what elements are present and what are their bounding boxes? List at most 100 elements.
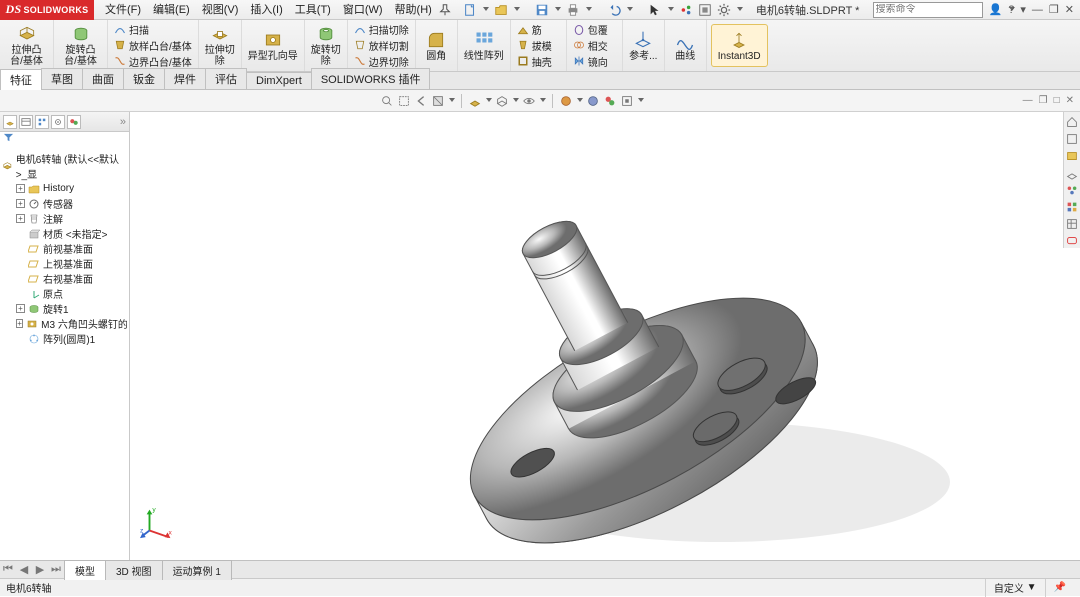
btab-motion[interactable]: 运动算例 1 xyxy=(162,560,232,580)
tree-tab-display[interactable] xyxy=(67,115,81,129)
boundary-cut-button[interactable]: 边界切除 xyxy=(354,54,409,69)
appearance-icon[interactable] xyxy=(603,94,617,108)
tree-item-front-plane[interactable]: 前视基准面 xyxy=(2,241,127,256)
expand-icon[interactable]: + xyxy=(16,184,25,193)
tree-filter[interactable] xyxy=(0,132,129,147)
help-icon[interactable]: ? xyxy=(1008,4,1014,16)
chevron-down-icon[interactable] xyxy=(638,98,644,104)
menu-help[interactable]: 帮助(H) xyxy=(389,0,438,20)
tab-features[interactable]: 特征 xyxy=(0,69,42,90)
tree-tab-dimxpert[interactable] xyxy=(51,115,65,129)
chevron-down-icon[interactable] xyxy=(513,98,519,104)
tree-tab-feature[interactable] xyxy=(3,115,17,129)
taskpane-file-explorer-icon[interactable] xyxy=(1065,166,1079,180)
tree-item-circular-pattern[interactable]: 阵列(圆周)1 xyxy=(2,331,127,346)
wrap-button[interactable]: 包覆 xyxy=(573,22,616,37)
tab-scroll-prev-icon[interactable]: ◀ xyxy=(16,562,32,578)
tab-weldment[interactable]: 焊件 xyxy=(164,68,206,89)
minimize-icon[interactable]: — xyxy=(1032,4,1043,16)
tree-root[interactable]: 电机6转轴 (默认<<默认>_显 xyxy=(2,151,127,181)
3d-viewport[interactable]: y x z xyxy=(130,112,1080,560)
tree-tab-config[interactable] xyxy=(35,115,49,129)
chevron-down-icon[interactable] xyxy=(486,98,492,104)
revolve-cut-button[interactable]: 旋转切 除 xyxy=(305,20,348,71)
menu-insert[interactable]: 插入(I) xyxy=(244,0,288,20)
tree-item-top-plane[interactable]: 上视基准面 xyxy=(2,256,127,271)
menu-view[interactable]: 视图(V) xyxy=(196,0,245,20)
tab-addins[interactable]: SOLIDWORKS 插件 xyxy=(311,68,431,89)
status-pin-icon[interactable]: 📌 xyxy=(1045,579,1074,597)
print-icon[interactable] xyxy=(566,3,580,17)
select-icon[interactable] xyxy=(648,3,662,17)
tab-dimxpert[interactable]: DimXpert xyxy=(246,72,312,89)
expand-icon[interactable]: + xyxy=(16,199,25,208)
taskpane-home-icon[interactable] xyxy=(1065,115,1079,129)
close-icon[interactable]: ✕ xyxy=(1065,3,1074,16)
chevron-down-icon[interactable] xyxy=(483,7,489,13)
chevron-down-icon[interactable] xyxy=(668,7,674,13)
edit-appearance-icon[interactable] xyxy=(559,94,573,108)
status-custom[interactable]: 自定义 ▼ xyxy=(985,579,1045,597)
section-view-icon[interactable] xyxy=(431,94,445,108)
revolve-boss-button[interactable]: 旋转凸 台/基体 xyxy=(54,20,108,71)
shell-button[interactable]: 抽壳 xyxy=(517,54,560,69)
menu-edit[interactable]: 编辑(E) xyxy=(147,0,196,20)
expand-icon[interactable]: + xyxy=(16,304,25,313)
intersect-button[interactable]: 相交 xyxy=(573,38,616,53)
user-icon[interactable]: 👤 xyxy=(989,3,1003,16)
instant3d-button[interactable]: Instant3D xyxy=(711,24,768,67)
settings-icon[interactable] xyxy=(717,3,731,17)
mdi-minimize-icon[interactable]: — xyxy=(1023,95,1033,106)
fillet-button[interactable]: 圆角 xyxy=(416,20,458,71)
tree-item-material[interactable]: 材质 <未指定> xyxy=(2,226,127,241)
save-icon[interactable] xyxy=(535,3,549,17)
zoom-area-icon[interactable] xyxy=(397,94,411,108)
taskpane-design-lib-icon[interactable] xyxy=(1065,149,1079,163)
expand-icon[interactable]: + xyxy=(16,214,25,223)
tree-item-revolve1[interactable]: +旋转1 xyxy=(2,301,127,316)
ref-geometry-button[interactable]: 参考... xyxy=(623,20,665,71)
tab-scroll-last-icon[interactable]: ⏭ xyxy=(48,562,64,578)
tab-surface[interactable]: 曲面 xyxy=(82,68,124,89)
chevron-down-icon[interactable] xyxy=(577,98,583,104)
hole-wizard-button[interactable]: 异型孔向导 xyxy=(242,20,305,71)
taskpane-forum-icon[interactable] xyxy=(1065,234,1079,248)
menu-window[interactable]: 窗口(W) xyxy=(337,0,389,20)
tree-item-origin[interactable]: 原点 xyxy=(2,286,127,301)
zoom-fit-icon[interactable] xyxy=(380,94,394,108)
rebuild-icon[interactable] xyxy=(679,3,693,17)
view-settings-icon[interactable] xyxy=(620,94,634,108)
tree-item-right-plane[interactable]: 右视基准面 xyxy=(2,271,127,286)
taskpane-custom-props-icon[interactable] xyxy=(1065,217,1079,231)
mdi-restore-icon[interactable]: ❐ xyxy=(1039,95,1048,106)
display-style-icon[interactable] xyxy=(495,94,509,108)
tree-panel-expand-icon[interactable]: » xyxy=(120,116,126,128)
new-doc-icon[interactable] xyxy=(463,3,477,17)
mdi-close-icon[interactable]: ✕ xyxy=(1066,95,1074,106)
tree-item-sensors[interactable]: +传感器 xyxy=(2,196,127,211)
tab-sketch[interactable]: 草图 xyxy=(41,68,83,89)
view-triad[interactable]: y x z xyxy=(140,502,178,540)
draft-button[interactable]: 拔模 xyxy=(517,38,560,53)
btab-model[interactable]: 模型 xyxy=(64,560,106,580)
chevron-down-icon[interactable] xyxy=(540,98,546,104)
mdi-maximize-icon[interactable]: □ xyxy=(1054,95,1060,106)
tree-item-hole[interactable]: +M3 六角凹头螺钉的柱形沉 xyxy=(2,316,127,331)
extrude-cut-button[interactable]: 拉伸切 除 xyxy=(199,20,242,71)
taskpane-appearances-icon[interactable] xyxy=(1065,200,1079,214)
hide-show-icon[interactable] xyxy=(522,94,536,108)
tree-item-history[interactable]: +History xyxy=(2,181,127,196)
view-orient-icon[interactable] xyxy=(468,94,482,108)
prev-view-icon[interactable] xyxy=(414,94,428,108)
tab-evaluate[interactable]: 评估 xyxy=(205,68,247,89)
chevron-down-icon[interactable] xyxy=(627,7,633,13)
linear-pattern-button[interactable]: 线性阵列 xyxy=(458,20,511,71)
restore-icon[interactable]: ❐ xyxy=(1049,3,1059,16)
undo-icon[interactable] xyxy=(607,3,621,17)
tab-scroll-first-icon[interactable]: ⏮ xyxy=(0,562,16,578)
pin-icon[interactable] xyxy=(438,3,452,17)
menu-tools[interactable]: 工具(T) xyxy=(289,0,337,20)
btab-3dview[interactable]: 3D 视图 xyxy=(105,560,163,580)
menu-file[interactable]: 文件(F) xyxy=(99,0,147,20)
sweep-cut-button[interactable]: 扫描切除 xyxy=(354,22,409,37)
